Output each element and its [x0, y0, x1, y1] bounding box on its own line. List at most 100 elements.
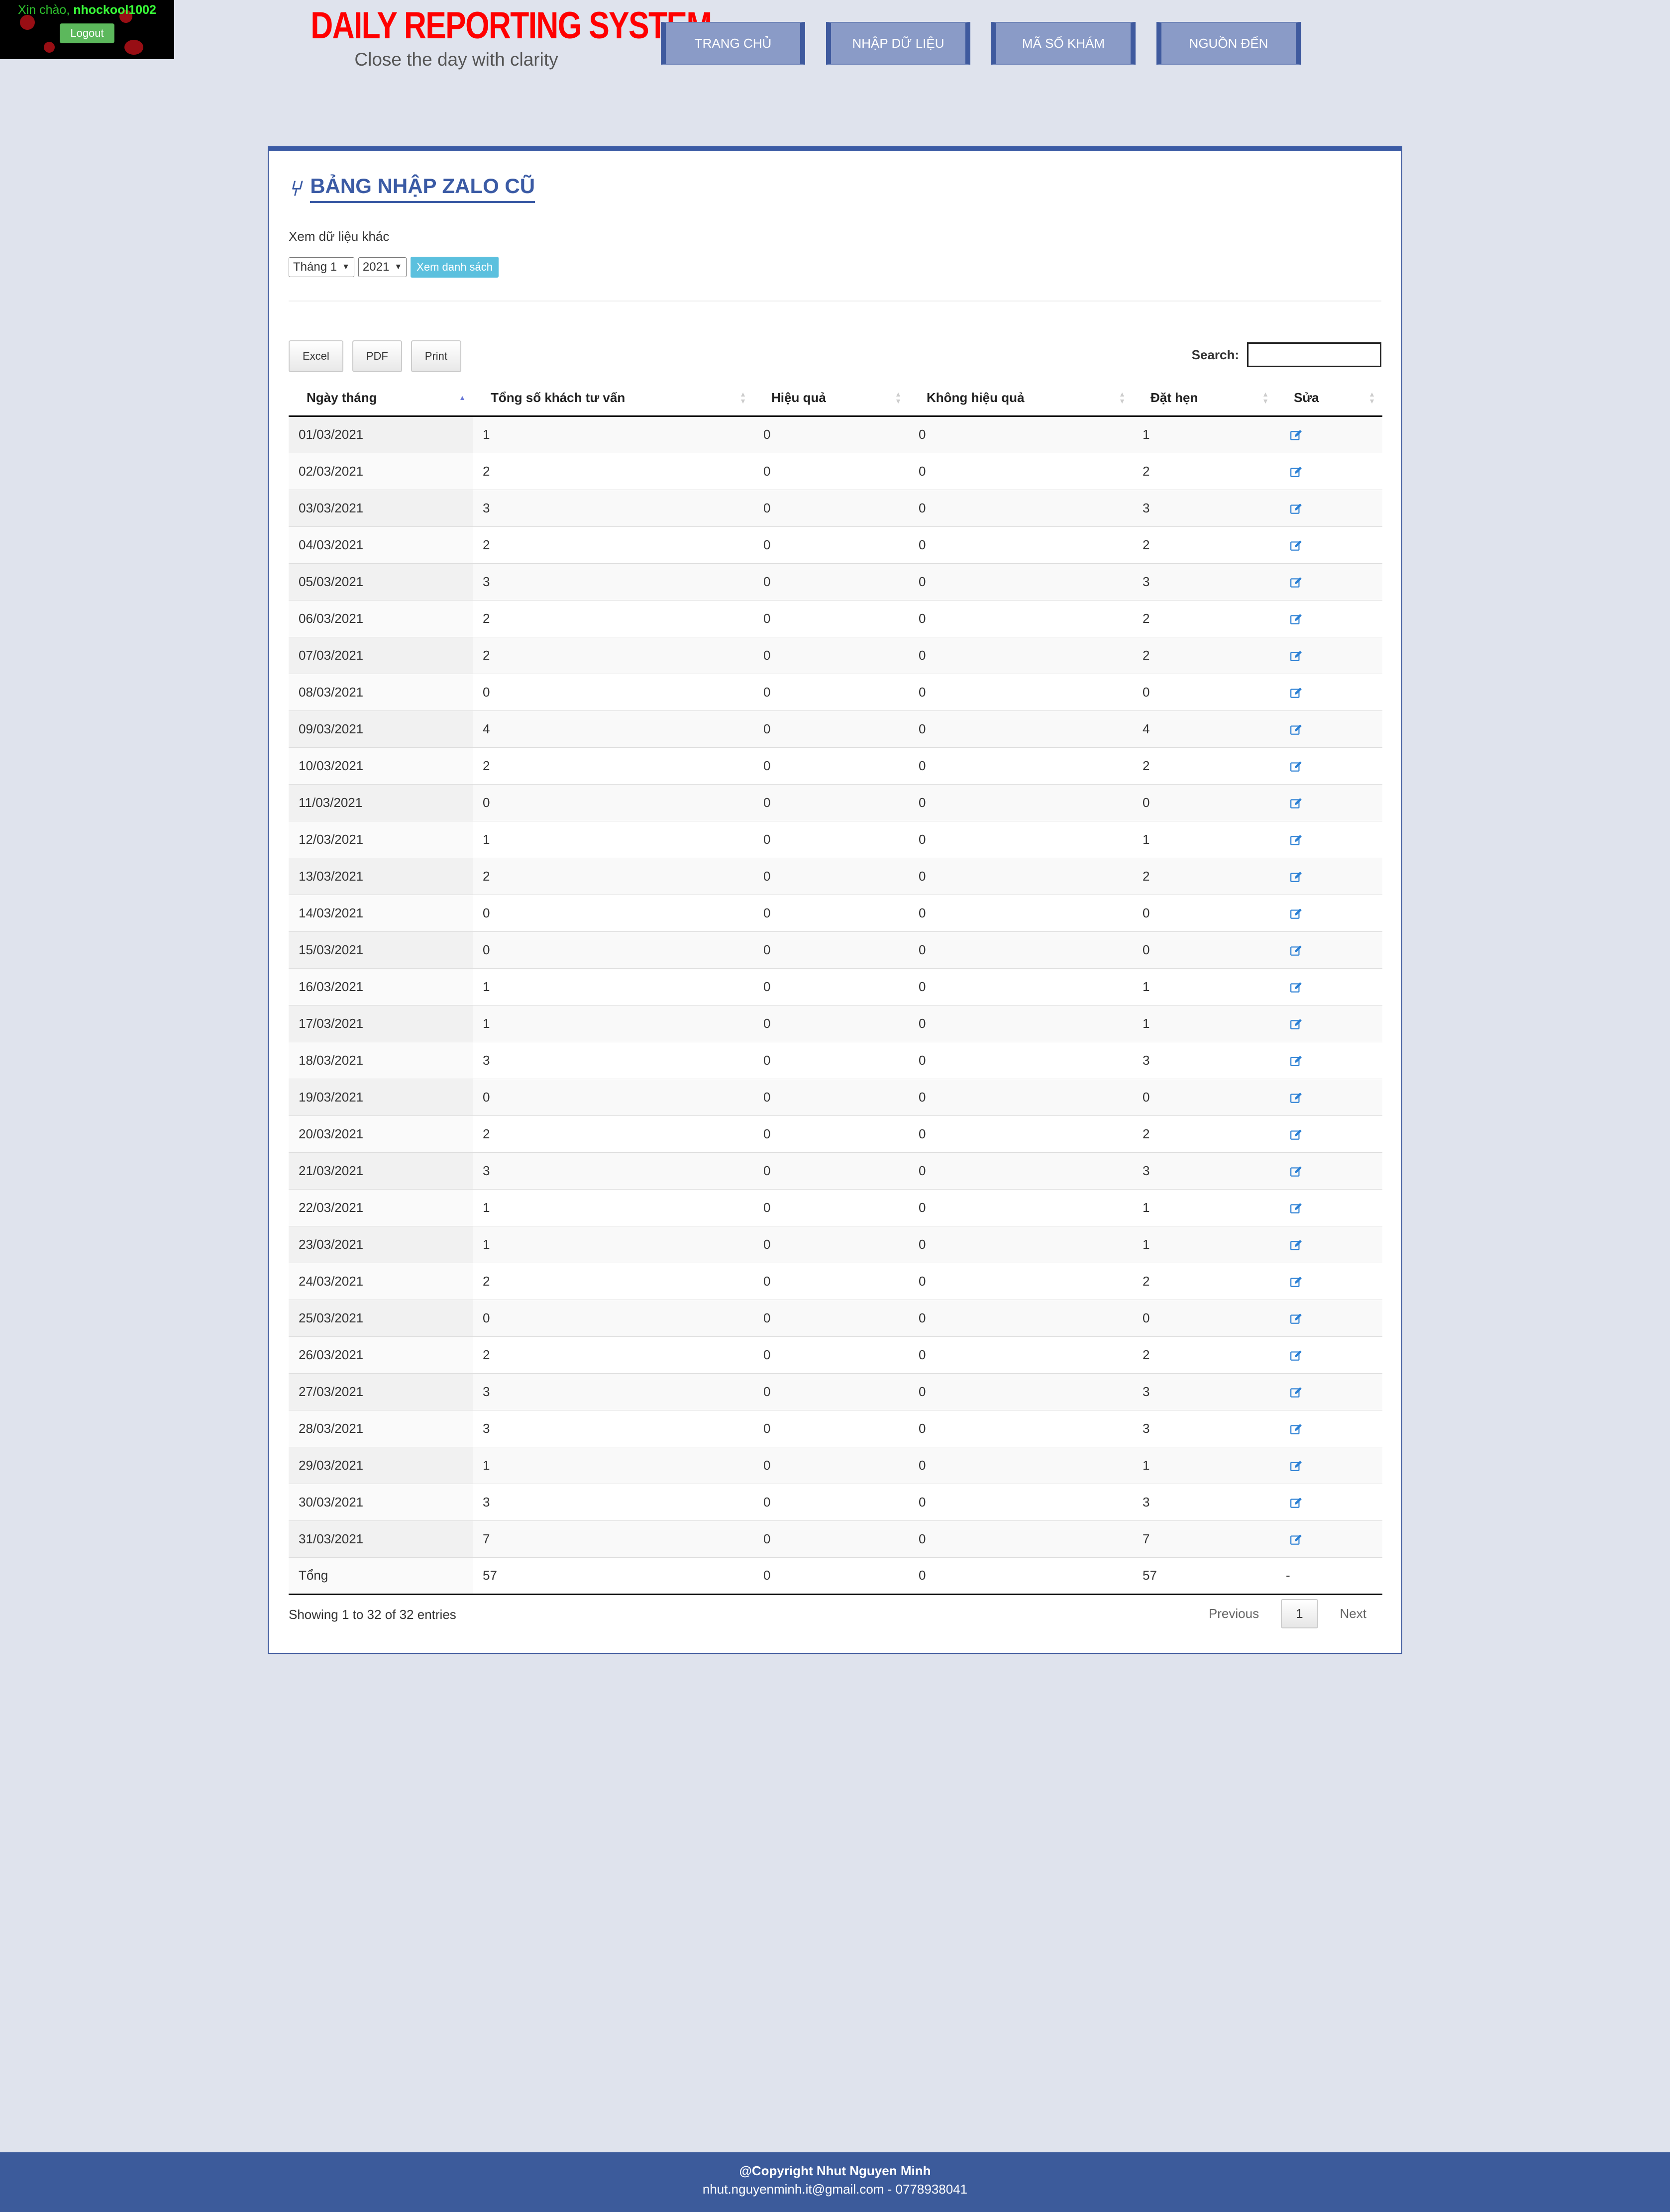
edit-icon[interactable] — [1290, 1018, 1303, 1031]
col-header-effective[interactable]: Hiệu quả ▲ ▼ — [753, 380, 909, 417]
cell-effective: 0 — [753, 452, 909, 490]
edit-icon[interactable] — [1290, 1202, 1303, 1215]
cell-edit — [1276, 673, 1382, 710]
pdf-button[interactable]: PDF — [352, 340, 402, 372]
cell-appointment: 1 — [1133, 1005, 1276, 1042]
col-header-date[interactable]: Ngày tháng ▲ — [289, 380, 473, 417]
cell-edit — [1276, 1115, 1382, 1152]
cell-edit — [1276, 968, 1382, 1005]
edit-icon[interactable] — [1290, 576, 1303, 589]
col-header-total[interactable]: Tổng số khách tư vấn ▲ ▼ — [473, 380, 753, 417]
col-header-edit[interactable]: Sửa ▲ ▼ — [1276, 380, 1382, 417]
print-button[interactable]: Print — [411, 340, 462, 372]
edit-icon[interactable] — [1290, 1055, 1303, 1068]
edit-icon[interactable] — [1290, 1460, 1303, 1473]
cell-total: 0 — [473, 784, 753, 821]
table-row: 07/03/2021 2 0 0 2 — [289, 636, 1382, 674]
col-header-label: Không hiệu quả — [927, 390, 1025, 405]
edit-icon[interactable] — [1290, 1312, 1303, 1325]
cell-edit — [1276, 784, 1382, 821]
cell-date: 02/03/2021 — [289, 452, 473, 490]
view-list-button[interactable]: Xem danh sách — [411, 257, 499, 278]
table-row: 01/03/2021 1 0 0 1 — [289, 415, 1382, 453]
table-row: 17/03/2021 1 0 0 1 — [289, 1005, 1382, 1042]
edit-icon[interactable] — [1290, 760, 1303, 773]
total-cell: 0 — [909, 1557, 1133, 1594]
cell-date: 20/03/2021 — [289, 1115, 473, 1152]
nav-data-entry[interactable]: NHẬP DỮ LIỆU — [826, 22, 970, 65]
edit-icon[interactable] — [1290, 539, 1303, 552]
table-row: 25/03/2021 0 0 0 0 — [289, 1299, 1382, 1336]
cell-effective: 0 — [753, 968, 909, 1005]
col-header-label: Ngày tháng — [307, 390, 377, 405]
table-row: 06/03/2021 2 0 0 2 — [289, 600, 1382, 637]
cell-date: 04/03/2021 — [289, 526, 473, 563]
pagination: Previous 1 Next — [1194, 1599, 1381, 1628]
cell-date: 31/03/2021 — [289, 1520, 473, 1557]
edit-icon[interactable] — [1290, 1533, 1303, 1546]
page-1-button[interactable]: 1 — [1281, 1599, 1318, 1628]
edit-icon[interactable] — [1290, 797, 1303, 810]
edit-icon[interactable] — [1290, 1128, 1303, 1141]
next-page-button[interactable]: Next — [1325, 1600, 1381, 1627]
year-select[interactable]: 2021 ▼ — [358, 257, 407, 277]
edit-icon[interactable] — [1290, 687, 1303, 700]
cell-appointment: 1 — [1133, 415, 1276, 453]
table-row: 27/03/2021 3 0 0 3 — [289, 1373, 1382, 1410]
cell-appointment: 1 — [1133, 1446, 1276, 1484]
cell-not-effective: 0 — [909, 600, 1133, 637]
edit-icon[interactable] — [1290, 1239, 1303, 1252]
cell-total: 3 — [473, 1483, 753, 1520]
search-input[interactable] — [1247, 342, 1381, 367]
edit-icon[interactable] — [1290, 834, 1303, 847]
excel-button[interactable]: Excel — [289, 340, 343, 372]
logout-button[interactable]: Logout — [60, 23, 114, 43]
cell-effective: 0 — [753, 1336, 909, 1373]
edit-icon[interactable] — [1290, 1386, 1303, 1399]
branch-icon: ⑂ — [289, 177, 302, 200]
edit-icon[interactable] — [1290, 1092, 1303, 1105]
col-header-label: Hiệu quả — [771, 390, 826, 405]
cell-effective: 0 — [753, 1189, 909, 1226]
edit-icon[interactable] — [1290, 981, 1303, 994]
col-header-label: Tổng số khách tư vấn — [491, 390, 626, 405]
cell-date: 06/03/2021 — [289, 600, 473, 637]
total-label: Tổng — [289, 1557, 473, 1594]
nav-home[interactable]: TRANG CHỦ — [661, 22, 805, 65]
table-row: 09/03/2021 4 0 0 4 — [289, 710, 1382, 747]
col-header-appointment[interactable]: Đặt hẹn ▲ ▼ — [1133, 380, 1276, 417]
edit-icon[interactable] — [1290, 1349, 1303, 1362]
cell-edit — [1276, 1446, 1382, 1484]
col-header-not-effective[interactable]: Không hiệu quả ▲ ▼ — [909, 380, 1133, 417]
cell-not-effective: 0 — [909, 526, 1133, 563]
edit-icon[interactable] — [1290, 503, 1303, 515]
nav-source[interactable]: NGUỒN ĐẾN — [1156, 22, 1301, 65]
edit-icon[interactable] — [1290, 650, 1303, 663]
cell-effective: 0 — [753, 1225, 909, 1263]
cell-appointment: 1 — [1133, 820, 1276, 858]
cell-appointment: 0 — [1133, 931, 1276, 968]
previous-page-button[interactable]: Previous — [1194, 1600, 1274, 1627]
cell-edit — [1276, 1189, 1382, 1226]
edit-icon[interactable] — [1290, 1497, 1303, 1509]
export-tools: Excel PDF Print — [289, 340, 462, 372]
cell-total: 3 — [473, 1041, 753, 1079]
nav-exam-code[interactable]: MÃ SỐ KHÁM — [991, 22, 1136, 65]
table-row: 21/03/2021 3 0 0 3 — [289, 1152, 1382, 1189]
edit-icon[interactable] — [1290, 429, 1303, 442]
edit-icon[interactable] — [1290, 466, 1303, 479]
edit-icon[interactable] — [1290, 723, 1303, 736]
cell-total: 1 — [473, 1005, 753, 1042]
edit-icon[interactable] — [1290, 613, 1303, 626]
edit-icon[interactable] — [1290, 871, 1303, 884]
edit-icon[interactable] — [1290, 944, 1303, 957]
edit-icon[interactable] — [1290, 907, 1303, 920]
footer-contact: nhut.nguyenminh.it@gmail.com - 077893804… — [702, 2182, 968, 2197]
table-row: 16/03/2021 1 0 0 1 — [289, 968, 1382, 1005]
edit-icon[interactable] — [1290, 1165, 1303, 1178]
cell-total: 3 — [473, 489, 753, 526]
edit-icon[interactable] — [1290, 1276, 1303, 1289]
cell-effective: 0 — [753, 1299, 909, 1336]
month-select[interactable]: Tháng 1 ▼ — [289, 257, 354, 277]
edit-icon[interactable] — [1290, 1423, 1303, 1436]
